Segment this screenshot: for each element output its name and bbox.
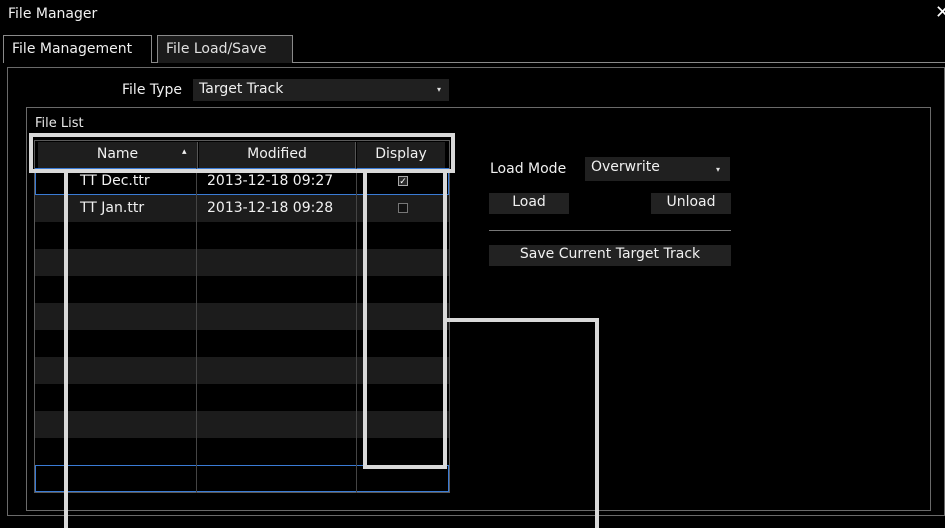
file-type-dropdown[interactable]: Target Track ▾ bbox=[193, 79, 449, 101]
file-list-label: File List bbox=[35, 116, 84, 131]
file-type-value: Target Track bbox=[199, 81, 284, 97]
tab-file-load-save[interactable]: File Load/Save bbox=[157, 35, 293, 63]
table-row-new bbox=[35, 465, 449, 492]
button-separator bbox=[489, 230, 731, 231]
callout-leader-line bbox=[447, 318, 599, 322]
column-divider bbox=[196, 168, 197, 493]
chevron-down-icon: ▾ bbox=[437, 85, 442, 94]
callout-header-highlight bbox=[29, 133, 455, 173]
file-modified-cell: 2013-12-18 09:27 bbox=[207, 173, 334, 189]
callout-leader-line bbox=[64, 173, 68, 528]
callout-leader-line bbox=[595, 318, 599, 528]
unload-button[interactable]: Unload bbox=[651, 193, 731, 214]
close-icon[interactable]: ✕ bbox=[935, 2, 945, 28]
load-mode-dropdown[interactable]: Overwrite ▾ bbox=[585, 157, 730, 181]
file-modified-cell: 2013-12-18 09:28 bbox=[207, 200, 334, 216]
save-current-target-track-button[interactable]: Save Current Target Track bbox=[489, 245, 731, 266]
load-mode-value: Overwrite bbox=[591, 159, 660, 175]
chevron-down-icon: ▾ bbox=[716, 165, 721, 174]
column-divider bbox=[356, 168, 357, 493]
file-type-label: File Type bbox=[122, 82, 183, 98]
window-title: File Manager bbox=[8, 6, 98, 22]
callout-display-column-highlight bbox=[363, 169, 447, 469]
file-name-cell: TT Jan.ttr bbox=[80, 200, 145, 216]
file-name-cell: TT Dec.ttr bbox=[80, 173, 150, 189]
load-button[interactable]: Load bbox=[489, 193, 569, 214]
title-bar bbox=[0, 0, 945, 32]
tab-file-management[interactable]: File Management bbox=[3, 35, 152, 63]
load-mode-label: Load Mode bbox=[490, 161, 567, 177]
